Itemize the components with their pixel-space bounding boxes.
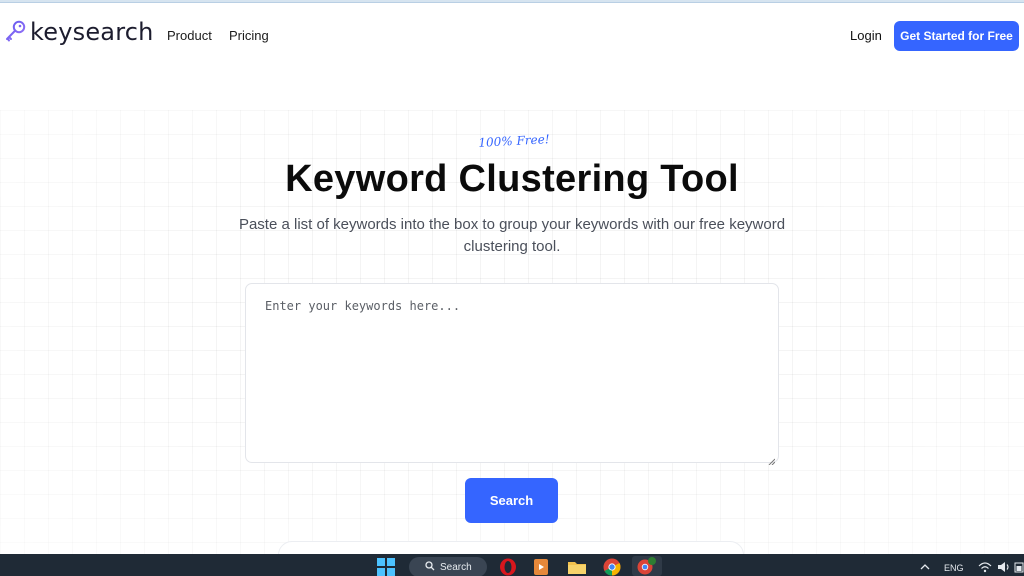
- language-indicator[interactable]: ENG: [944, 559, 970, 576]
- page-title: Keyword Clustering Tool: [285, 158, 739, 200]
- logo[interactable]: keysearch: [4, 18, 154, 46]
- taskbar-search-label: Search: [440, 561, 472, 573]
- wifi-icon[interactable]: [978, 558, 992, 576]
- nav-product[interactable]: Product: [167, 28, 212, 43]
- media-player-icon[interactable]: [531, 558, 551, 576]
- logo-text: keysearch: [30, 18, 154, 46]
- file-explorer-icon[interactable]: [566, 558, 588, 576]
- page-subtitle: Paste a list of keywords into the box to…: [238, 216, 786, 255]
- nav-pricing[interactable]: Pricing: [229, 28, 269, 43]
- key-logo-icon: [4, 19, 26, 45]
- get-started-button[interactable]: Get Started for Free: [894, 21, 1019, 51]
- opera-icon[interactable]: [497, 558, 519, 576]
- resize-handle-icon[interactable]: [768, 452, 776, 466]
- site-header: keysearch Product Pricing Login Get Star…: [0, 3, 1024, 67]
- chrome-icon[interactable]: [601, 558, 623, 576]
- search-button[interactable]: Search: [465, 478, 558, 523]
- login-link[interactable]: Login: [850, 28, 882, 43]
- taskbar-search-box[interactable]: Search: [409, 557, 487, 576]
- battery-icon[interactable]: [1013, 558, 1024, 576]
- keywords-textarea-container: [245, 283, 779, 466]
- windows-start-icon[interactable]: [376, 558, 396, 576]
- volume-icon[interactable]: [997, 558, 1011, 576]
- chevron-up-icon[interactable]: [918, 558, 932, 576]
- chrome-profile-icon[interactable]: [632, 556, 662, 576]
- search-icon: [425, 560, 435, 574]
- keywords-textarea[interactable]: [246, 284, 778, 462]
- taskbar: Search ENG: [0, 554, 1024, 576]
